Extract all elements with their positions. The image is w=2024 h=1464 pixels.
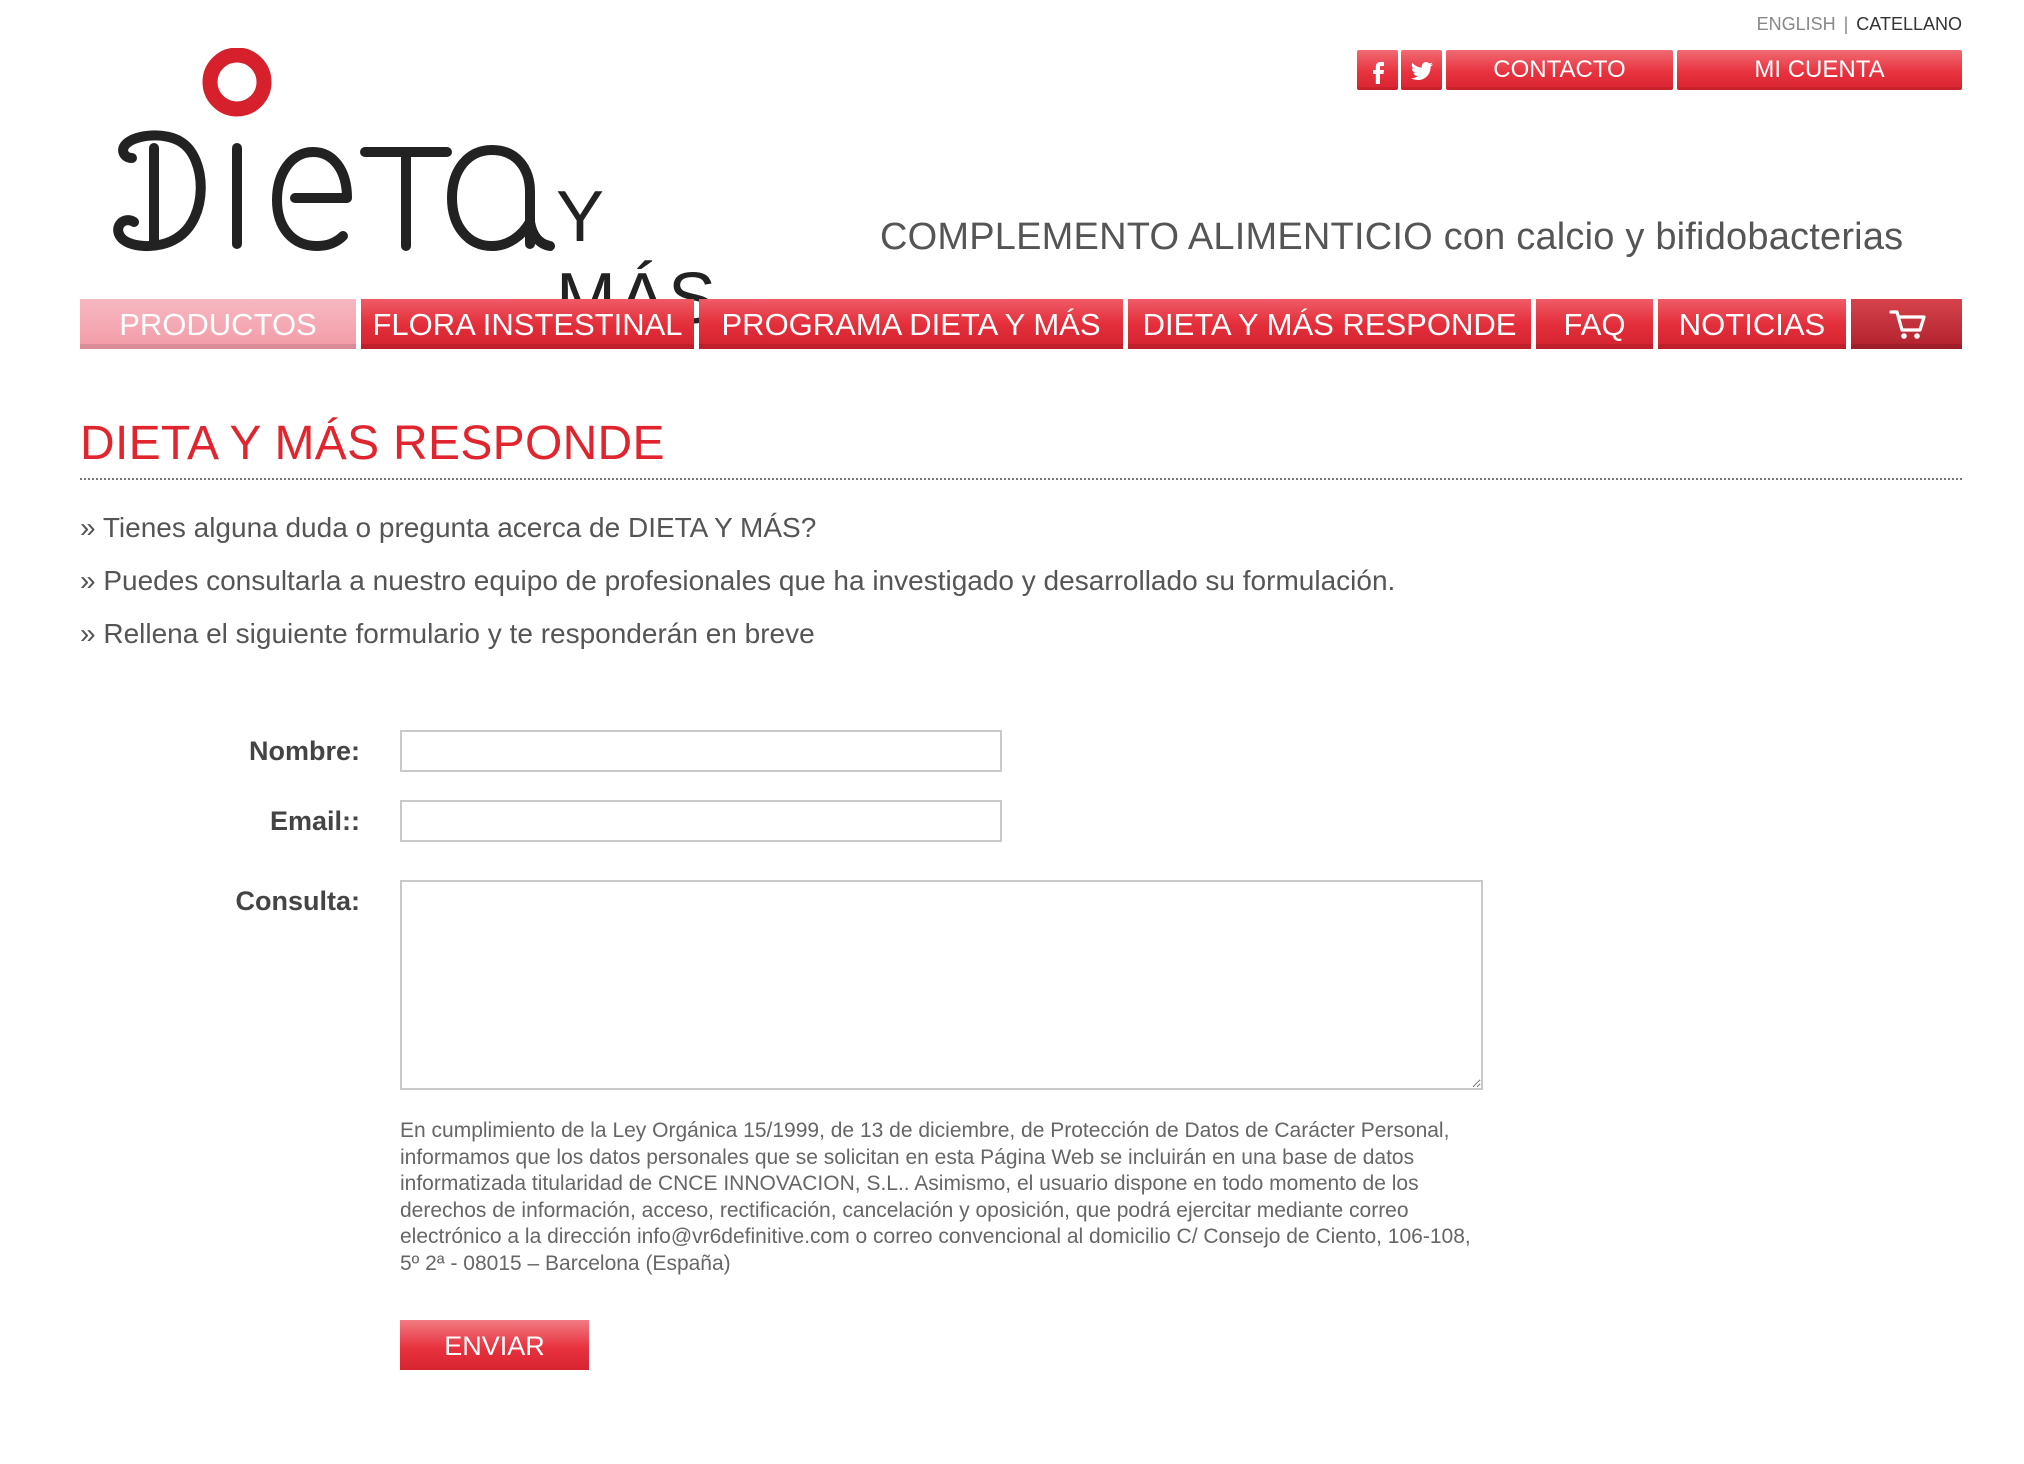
name-label: Nombre:: [248, 736, 360, 766]
nav-item-productos[interactable]: PRODUCTOS: [80, 299, 356, 349]
intro-line-3: » Rellena el siguiente formulario y te r…: [80, 618, 815, 649]
page-title: DIETA Y MÁS RESPONDE: [80, 417, 665, 470]
my-account-button[interactable]: MI CUENTA: [1677, 50, 1962, 90]
cart-icon: [1889, 310, 1926, 339]
twitter-icon: [1411, 62, 1433, 80]
nav-cart-button[interactable]: [1851, 299, 1962, 349]
tagline: COMPLEMENTO ALIMENTICIO con calcio y bif…: [880, 216, 1904, 258]
contact-button[interactable]: CONTACTO: [1446, 50, 1673, 90]
nav-item-responde[interactable]: DIETA Y MÁS RESPONDE: [1128, 299, 1531, 349]
lang-catalan-link[interactable]: CATELLANO: [1856, 14, 1962, 34]
nav-item-programa-dieta[interactable]: PROGRAMA DIETA Y MÁS: [699, 299, 1123, 349]
facebook-icon: [1373, 62, 1384, 84]
intro-text: » Tienes alguna duda o pregunta acerca d…: [80, 514, 1395, 673]
intro-line-2: » Puedes consultarla a nuestro equipo de…: [80, 565, 1396, 596]
send-button[interactable]: ENVIAR: [400, 1320, 589, 1370]
title-divider: [80, 478, 1962, 480]
logo[interactable]: Y MÁS: [110, 47, 760, 339]
twitter-button[interactable]: [1401, 50, 1442, 90]
legal-notice: En cumplimiento de la Ley Orgánica 15/19…: [400, 1119, 1471, 1275]
query-label: Consulta:: [235, 886, 361, 916]
nav-item-faq[interactable]: FAQ: [1536, 299, 1653, 349]
name-input[interactable]: [400, 730, 1002, 772]
email-label: Email::: [269, 806, 360, 836]
nav-item-flora-intestinal[interactable]: FLORA INSTESTINAL: [361, 299, 694, 349]
language-switch: ENGLISH | CATELLANO: [1757, 14, 1962, 35]
query-textarea[interactable]: [400, 880, 1483, 1090]
facebook-button[interactable]: [1357, 50, 1398, 90]
lang-separator: |: [1843, 14, 1849, 34]
intro-line-1: » Tienes alguna duda o pregunta acerca d…: [80, 512, 817, 543]
page: ENGLISH | CATELLANO CONTACTO MI CUENTA Y…: [0, 0, 2024, 1464]
email-input[interactable]: [400, 800, 1002, 842]
nav-item-noticias[interactable]: NOTICIAS: [1658, 299, 1846, 349]
lang-english-link[interactable]: ENGLISH: [1757, 14, 1836, 34]
